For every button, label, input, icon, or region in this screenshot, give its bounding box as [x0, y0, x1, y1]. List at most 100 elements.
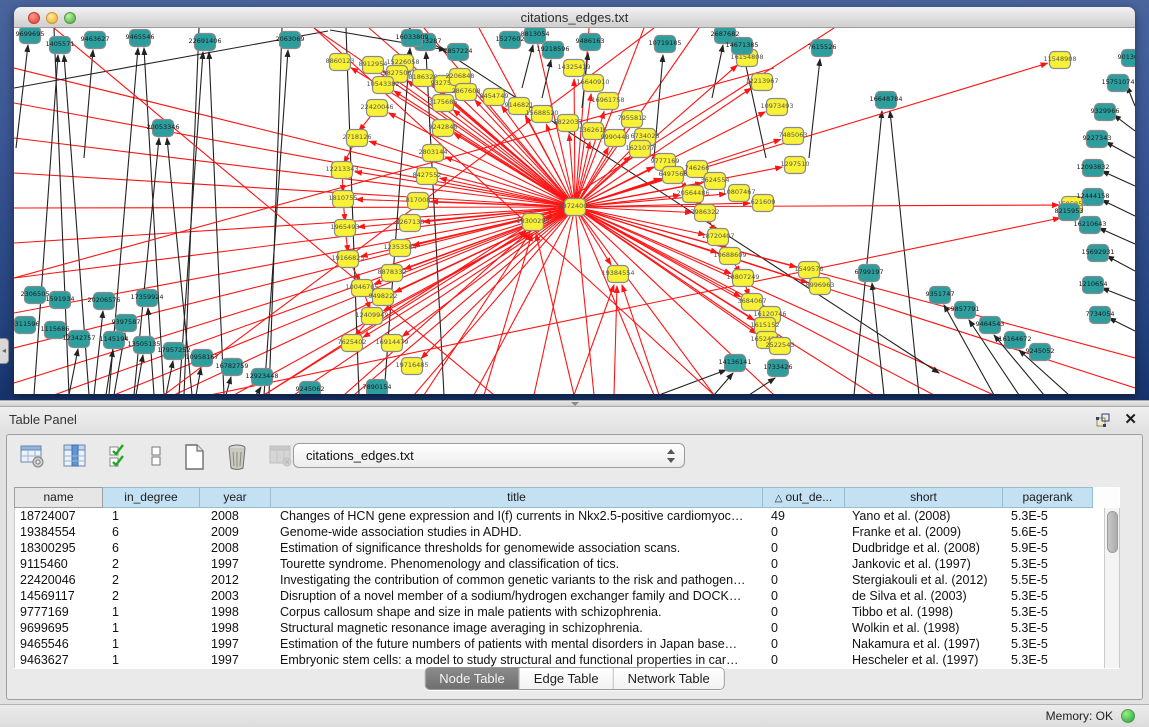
network-edge-red[interactable]: [536, 234, 574, 394]
network-edge-black[interactable]: [872, 283, 884, 394]
network-graph[interactable]: 1830029519384554886012389129541522605898…: [14, 28, 1135, 394]
network-edge-red[interactable]: [14, 138, 575, 207]
network-node[interactable]: 8878332: [378, 265, 407, 282]
network-edge-black[interactable]: [409, 28, 939, 373]
float-panel-icon[interactable]: [1095, 412, 1111, 428]
memory-ok-indicator[interactable]: [1121, 709, 1135, 723]
network-node[interactable]: 1733426: [764, 360, 793, 377]
network-node[interactable]: 2522543: [766, 338, 795, 355]
network-edge-black[interactable]: [1109, 318, 1135, 331]
network-node[interactable]: 7734054: [1086, 307, 1115, 324]
network-node[interactable]: 16640910: [576, 75, 609, 92]
network-edge-black[interactable]: [1106, 142, 1135, 158]
network-node[interactable]: 19218596: [536, 42, 569, 59]
network-node[interactable]: 8215953: [1055, 204, 1084, 221]
network-node[interactable]: 9242848: [429, 120, 458, 137]
network-node[interactable]: 1210654: [1079, 277, 1108, 294]
delete-column-icon[interactable]: [222, 441, 252, 471]
table-scrollbar[interactable]: [1104, 508, 1120, 668]
network-edge-black[interactable]: [712, 45, 723, 98]
table-settings-icon[interactable]: [17, 441, 47, 471]
network-edge-black[interactable]: [1102, 288, 1135, 301]
network-node[interactable]: 1591934: [46, 292, 75, 309]
network-node[interactable]: 15751074: [1101, 75, 1134, 92]
network-node[interactable]: 1145194: [100, 332, 129, 349]
network-node[interactable]: 9464543: [976, 317, 1005, 334]
network-edge-red[interactable]: [355, 172, 575, 207]
panel-splitter[interactable]: [0, 400, 1149, 407]
network-edge-black[interactable]: [264, 50, 288, 394]
table-row[interactable]: 2242004622012Investigating the contribut…: [15, 572, 1104, 588]
network-edge-black[interactable]: [16, 45, 28, 148]
network-node[interactable]: 15692931: [1081, 245, 1114, 262]
network-node[interactable]: 9351747: [926, 287, 955, 304]
network-node[interactable]: 2718126: [343, 130, 372, 147]
column-header-name[interactable]: name: [14, 487, 103, 508]
network-edge-black[interactable]: [34, 55, 58, 394]
network-node[interactable]: 16210643: [1073, 217, 1106, 234]
table-row[interactable]: 946554611997Estimation of the future num…: [15, 636, 1104, 652]
network-edge-black[interactable]: [1114, 115, 1135, 131]
network-node[interactable]: 9486163: [576, 34, 605, 51]
column-header-pagerank[interactable]: pagerank: [1003, 487, 1093, 508]
network-node[interactable]: 7485063: [779, 128, 808, 145]
network-node[interactable]: 7890154: [363, 380, 392, 395]
network-node[interactable]: 8267130: [396, 215, 425, 232]
network-node[interactable]: 9227343: [1083, 131, 1112, 148]
network-edge-red[interactable]: [414, 207, 575, 394]
select-columns-icon[interactable]: [60, 441, 90, 471]
network-edge-black[interactable]: [1107, 256, 1135, 271]
network-node[interactable]: 7857224: [444, 44, 473, 61]
network-edge-black[interactable]: [1102, 200, 1135, 216]
network-window-titlebar[interactable]: citations_edges.txt: [14, 7, 1135, 28]
network-node[interactable]: 817008: [406, 193, 431, 210]
tab-node-table[interactable]: Node Table: [425, 668, 520, 689]
network-node[interactable]: 10719185: [648, 36, 681, 53]
network-edge-black[interactable]: [94, 311, 103, 394]
network-node[interactable]: 7615526: [808, 40, 837, 57]
column-header-in_degree[interactable]: in_degree: [103, 487, 200, 508]
close-panel-icon[interactable]: ✕: [1124, 410, 1137, 428]
network-node[interactable]: 1965493: [331, 220, 360, 237]
table-row[interactable]: 1456911722003Disruption of a novel membe…: [15, 588, 1104, 604]
network-node[interactable]: 10973493: [760, 99, 793, 116]
network-edge-black[interactable]: [184, 28, 199, 394]
table-row[interactable]: 1938455462009Genome-wide association stu…: [15, 524, 1104, 540]
network-edge-red[interactable]: [575, 207, 714, 394]
network-edge-red[interactable]: [574, 79, 575, 207]
network-node[interactable]: 20206576: [87, 293, 120, 310]
scrollbar-thumb[interactable]: [1107, 511, 1118, 553]
network-node[interactable]: 7625402: [338, 335, 367, 352]
network-edge-black[interactable]: [659, 370, 726, 394]
network-node[interactable]: 6799197: [855, 265, 884, 282]
control-panel-grip[interactable]: ◂: [0, 338, 9, 364]
network-node[interactable]: 1297510: [781, 157, 810, 174]
network-node[interactable]: 9013054: [1118, 50, 1135, 67]
network-node[interactable]: 6497568: [659, 167, 688, 184]
network-edge-black[interactable]: [714, 373, 733, 394]
network-node[interactable]: 7986322: [691, 205, 720, 222]
clear-selection-icon[interactable]: [147, 441, 165, 471]
network-node[interactable]: 8860123: [326, 54, 355, 71]
network-node[interactable]: 8996963: [806, 278, 835, 295]
network-node[interactable]: 20564486: [676, 186, 709, 203]
network-node[interactable]: 1549576: [795, 262, 824, 279]
network-edge-black[interactable]: [1099, 228, 1135, 244]
network-edge-red[interactable]: [575, 207, 796, 267]
network-node[interactable]: 16648784: [869, 92, 902, 109]
network-edge-black[interactable]: [809, 59, 820, 158]
network-node[interactable]: 9463627: [81, 32, 110, 49]
tab-network-table[interactable]: Network Table: [614, 668, 724, 689]
network-edge-black[interactable]: [522, 45, 533, 88]
network-node[interactable]: 9329966: [1091, 104, 1120, 121]
network-edge-black[interactable]: [854, 111, 882, 394]
network-edge-black[interactable]: [84, 50, 93, 158]
network-node[interactable]: 621609: [751, 195, 776, 212]
network-node[interactable]: 9245062: [296, 382, 325, 395]
network-node[interactable]: 22691406: [188, 34, 221, 51]
network-node[interactable]: 16914479: [375, 335, 408, 352]
network-node[interactable]: 13505135: [127, 337, 160, 354]
network-node[interactable]: 22420046: [360, 100, 393, 117]
column-header-out_degree[interactable]: △out_de...: [763, 487, 845, 508]
network-node[interactable]: 9857791: [951, 302, 980, 319]
